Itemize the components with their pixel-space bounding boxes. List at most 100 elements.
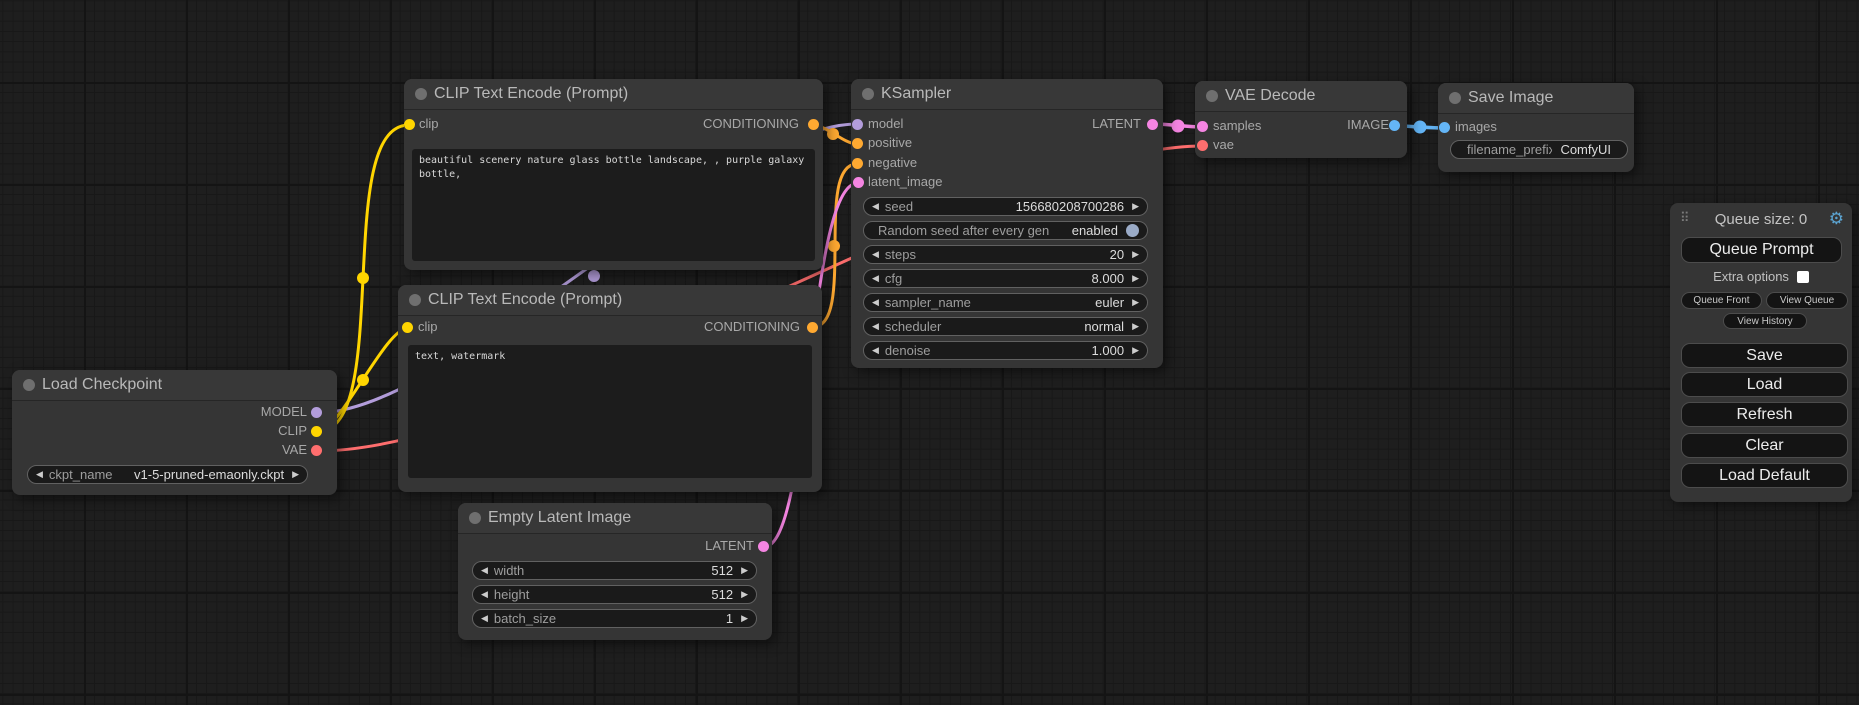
prompt-textarea[interactable]: text, watermark <box>408 345 812 478</box>
widget-value: v1-5-pruned-emaonly.ckpt <box>134 467 284 482</box>
output-port-image[interactable] <box>1389 120 1400 131</box>
node-collapse-dot[interactable] <box>23 379 35 391</box>
output-label-conditioning: CONDITIONING <box>703 116 799 131</box>
height-widget[interactable]: ◀ height 512 ▶ <box>472 585 757 604</box>
stepper-left-icon[interactable]: ◀ <box>872 250 879 259</box>
steps-widget[interactable]: ◀ steps 20 ▶ <box>863 245 1148 264</box>
load-default-button[interactable]: Load Default <box>1681 463 1848 488</box>
scheduler-widget[interactable]: ◀ scheduler normal ▶ <box>863 317 1148 336</box>
widget-label: steps <box>885 247 1102 262</box>
stepper-left-icon[interactable]: ◀ <box>481 614 488 623</box>
input-port-latent-image[interactable] <box>853 177 864 188</box>
comfyui-canvas[interactable]: { "colors": { "canvas_bg": "#1e1e1e", "n… <box>0 0 1859 705</box>
node-empty-latent-image[interactable]: Empty Latent Image LATENT ◀ width 512 ▶ … <box>458 503 772 640</box>
denoise-widget[interactable]: ◀ denoise 1.000 ▶ <box>863 341 1148 360</box>
stepper-right-icon[interactable]: ▶ <box>1132 322 1139 331</box>
stepper-right-icon[interactable]: ▶ <box>1132 298 1139 307</box>
stepper-left-icon[interactable]: ◀ <box>872 346 879 355</box>
stepper-right-icon[interactable]: ▶ <box>741 566 748 575</box>
input-port-negative[interactable] <box>852 158 863 169</box>
load-button[interactable]: Load <box>1681 372 1848 397</box>
output-port-conditioning[interactable] <box>808 119 819 130</box>
input-port-clip[interactable] <box>404 119 415 130</box>
stepper-left-icon[interactable]: ◀ <box>36 470 43 479</box>
view-queue-button[interactable]: View Queue <box>1766 292 1848 309</box>
batch-size-widget[interactable]: ◀ batch_size 1 ▶ <box>472 609 757 628</box>
stepper-left-icon[interactable]: ◀ <box>481 590 488 599</box>
node-title: Save Image <box>1468 89 1553 106</box>
output-port-latent[interactable] <box>1147 119 1158 130</box>
node-clip-text-encode-positive[interactable]: CLIP Text Encode (Prompt) clip CONDITION… <box>404 79 823 270</box>
node-save-image[interactable]: Save Image images filename_prefix ComfyU… <box>1438 83 1634 172</box>
output-port-conditioning[interactable] <box>807 322 818 333</box>
width-widget[interactable]: ◀ width 512 ▶ <box>472 561 757 580</box>
output-label-image: IMAGE <box>1347 117 1389 132</box>
stepper-left-icon[interactable]: ◀ <box>481 566 488 575</box>
widget-label: batch_size <box>494 611 718 626</box>
widget-label: denoise <box>885 343 1084 358</box>
node-vae-decode[interactable]: VAE Decode samples vae IMAGE <box>1195 81 1407 158</box>
queue-front-button[interactable]: Queue Front <box>1681 292 1762 309</box>
prompt-textarea[interactable]: beautiful scenery nature glass bottle la… <box>412 149 815 261</box>
output-label-vae: VAE <box>282 442 307 457</box>
sampler-name-widget[interactable]: ◀ sampler_name euler ▶ <box>863 293 1148 312</box>
gear-icon[interactable]: ⚙ <box>1829 209 1844 229</box>
output-label-clip: CLIP <box>278 423 307 438</box>
refresh-button[interactable]: Refresh <box>1681 402 1848 427</box>
widget-label: cfg <box>885 271 1084 286</box>
stepper-right-icon[interactable]: ▶ <box>1132 250 1139 259</box>
output-port-clip[interactable] <box>311 426 322 437</box>
input-port-images[interactable] <box>1439 122 1450 133</box>
node-clip-text-encode-negative[interactable]: CLIP Text Encode (Prompt) clip CONDITION… <box>398 285 822 492</box>
node-collapse-dot[interactable] <box>1206 90 1218 102</box>
node-collapse-dot[interactable] <box>409 294 421 306</box>
stepper-right-icon[interactable]: ▶ <box>741 590 748 599</box>
stepper-right-icon[interactable]: ▶ <box>292 470 299 479</box>
node-collapse-dot[interactable] <box>469 512 481 524</box>
input-port-clip[interactable] <box>402 322 413 333</box>
ckpt-name-widget[interactable]: ◀ ckpt_name v1-5-pruned-emaonly.ckpt ▶ <box>27 465 308 484</box>
queue-prompt-button[interactable]: Queue Prompt <box>1681 237 1842 263</box>
node-collapse-dot[interactable] <box>1449 92 1461 104</box>
stepper-left-icon[interactable]: ◀ <box>872 202 879 211</box>
stepper-right-icon[interactable]: ▶ <box>741 614 748 623</box>
view-history-button[interactable]: View History <box>1723 313 1807 329</box>
widget-value: euler <box>1095 295 1124 310</box>
stepper-left-icon[interactable]: ◀ <box>872 274 879 283</box>
extra-options-checkbox[interactable] <box>1797 271 1809 283</box>
output-label-latent: LATENT <box>705 538 754 553</box>
input-port-model[interactable] <box>852 119 863 130</box>
stepper-right-icon[interactable]: ▶ <box>1132 274 1139 283</box>
input-port-samples[interactable] <box>1197 121 1208 132</box>
widget-value: 512 <box>711 563 733 578</box>
widget-label: sampler_name <box>885 295 1087 310</box>
save-button[interactable]: Save <box>1681 343 1848 368</box>
output-port-model[interactable] <box>311 407 322 418</box>
node-collapse-dot[interactable] <box>862 88 874 100</box>
node-title: KSampler <box>881 85 951 102</box>
random-seed-toggle-widget[interactable]: Random seed after every gen enabled <box>863 221 1148 240</box>
node-collapse-dot[interactable] <box>415 88 427 100</box>
stepper-right-icon[interactable]: ▶ <box>1132 346 1139 355</box>
widget-value: enabled <box>1072 223 1118 238</box>
toggle-enabled-dot[interactable] <box>1126 224 1139 237</box>
widget-value: normal <box>1084 319 1124 334</box>
node-load-checkpoint[interactable]: Load Checkpoint MODEL CLIP VAE ◀ ckpt_na… <box>12 370 337 495</box>
filename-prefix-widget[interactable]: filename_prefix ComfyUI <box>1450 140 1628 159</box>
output-port-latent[interactable] <box>758 541 769 552</box>
widget-value: 1.000 <box>1092 343 1125 358</box>
cfg-widget[interactable]: ◀ cfg 8.000 ▶ <box>863 269 1148 288</box>
stepper-left-icon[interactable]: ◀ <box>872 298 879 307</box>
input-label-clip: clip <box>418 319 438 334</box>
stepper-left-icon[interactable]: ◀ <box>872 322 879 331</box>
input-port-positive[interactable] <box>852 138 863 149</box>
clear-button[interactable]: Clear <box>1681 433 1848 458</box>
input-label-model: model <box>868 116 903 131</box>
stepper-right-icon[interactable]: ▶ <box>1132 202 1139 211</box>
input-port-vae[interactable] <box>1197 140 1208 151</box>
output-port-vae[interactable] <box>311 445 322 456</box>
node-title: VAE Decode <box>1225 87 1315 104</box>
node-ksampler[interactable]: KSampler model positive negative latent_… <box>851 79 1163 368</box>
seed-widget[interactable]: ◀ seed 156680208700286 ▶ <box>863 197 1148 216</box>
widget-value: ComfyUI <box>1560 142 1611 157</box>
